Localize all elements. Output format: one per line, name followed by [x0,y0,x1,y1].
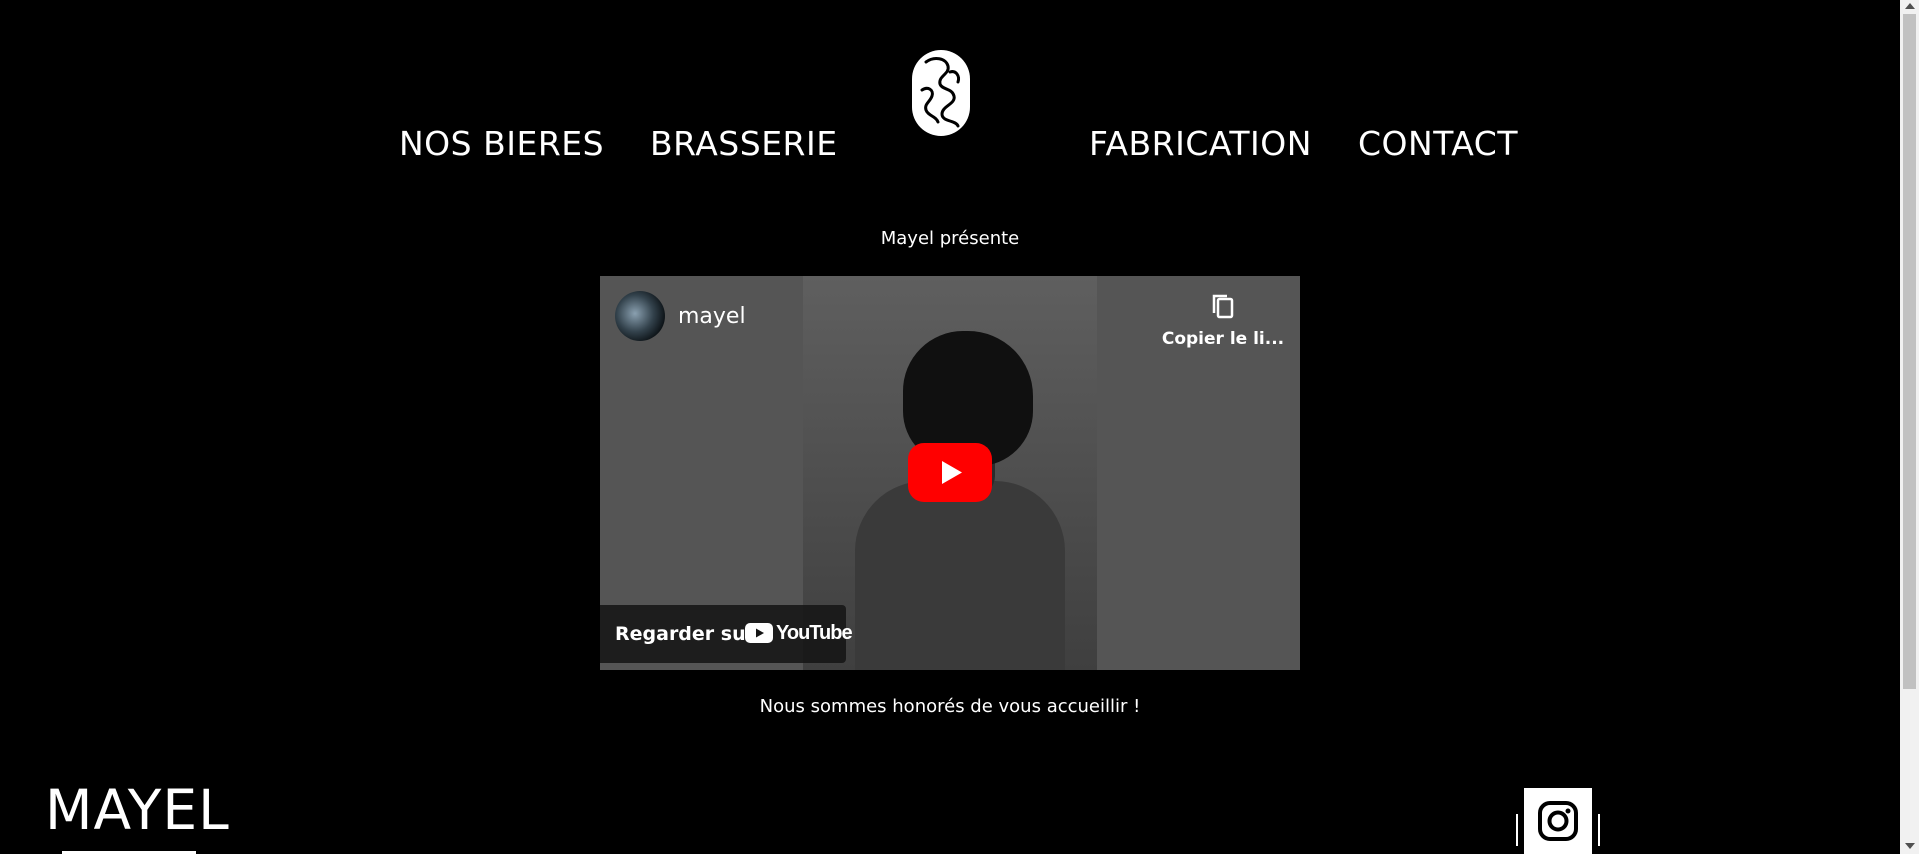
watch-on-youtube-button[interactable]: Regarder sur YouTube [600,605,853,663]
copy-link-label: Copier le li... [1161,329,1285,349]
intro-text: Mayel présente [880,228,1020,249]
nav-link-contact[interactable]: CONTACT [1358,122,1518,166]
scrollbar-thumb[interactable] [1903,14,1916,689]
youtube-wordmark: YouTube [776,622,853,644]
copy-link-button[interactable]: Copier le li... [1158,292,1288,362]
footer-brand: MAYEL [45,778,230,842]
thumbnail-person-sweater [855,481,1065,670]
instagram-icon [1538,801,1578,841]
watch-on-label: Regarder sur [615,623,755,645]
instagram-link[interactable] [1524,788,1592,854]
nav-link-brasserie[interactable]: BRASSERIE [650,122,838,166]
play-button[interactable] [908,443,992,502]
instagram-frame-right [1598,814,1600,846]
page-scrollbar[interactable] [1900,0,1919,854]
youtube-logo-icon [745,623,773,643]
nav-link-nos-bieres[interactable]: NOS BIERES [399,122,604,166]
scroll-up-arrow-icon[interactable] [1905,3,1915,9]
scroll-down-arrow-icon[interactable] [1905,843,1915,849]
copy-icon [1212,294,1234,319]
channel-avatar[interactable] [615,291,665,341]
play-icon [942,461,962,484]
instagram-frame-left [1516,814,1518,846]
channel-name[interactable]: mayel [678,303,746,331]
youtube-embed[interactable]: mayel Copier le li... Regarder sur YouTu… [600,276,1300,670]
welcome-text: Nous sommes honorés de vous accueillir ! [759,696,1141,717]
logo-face-icon[interactable] [912,50,970,136]
nav-link-fabrication[interactable]: FABRICATION [1089,122,1312,166]
